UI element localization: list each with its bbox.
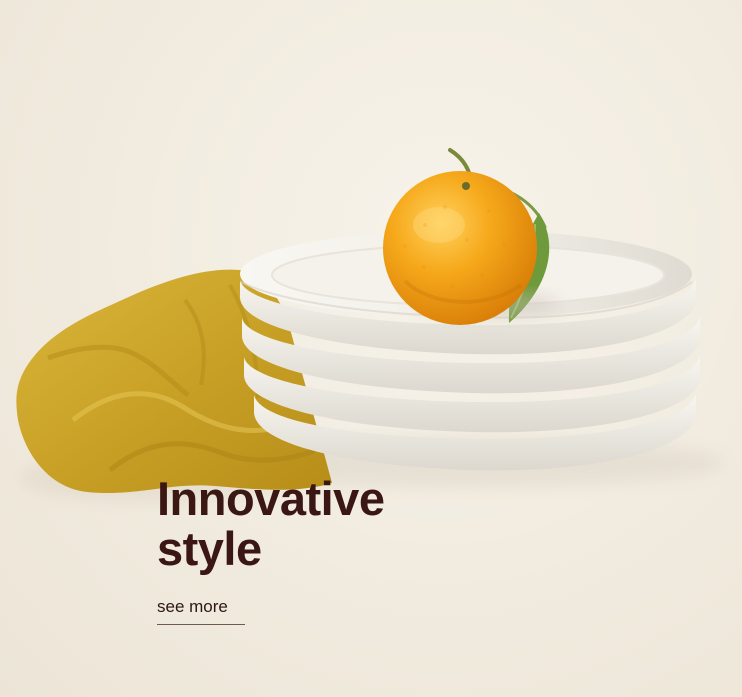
hero-title: Innovative style (157, 474, 517, 574)
hero-title-line-1: Innovative (157, 472, 385, 525)
see-more-link[interactable]: see more (157, 598, 245, 625)
hero-banner: Innovative style see more (0, 0, 742, 697)
hero-caption: Innovative style see more (157, 474, 517, 625)
hero-title-line-2: style (157, 522, 262, 575)
